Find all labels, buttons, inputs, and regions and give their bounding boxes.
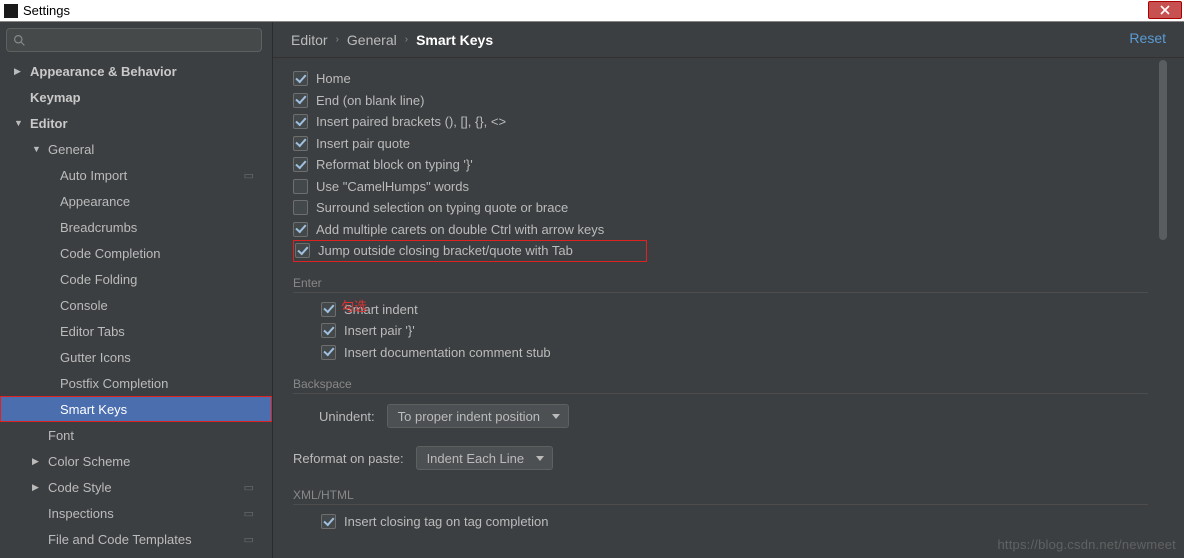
checkbox-doc-stub[interactable]: Insert documentation comment stub (321, 342, 1170, 364)
checkbox-insert-closing-tag[interactable]: Insert closing tag on tag completion (321, 511, 1170, 533)
checkbox-icon[interactable] (293, 114, 308, 129)
chevron-right-icon: › (336, 34, 339, 45)
reset-link[interactable]: Reset (1129, 30, 1166, 46)
close-button[interactable] (1148, 1, 1182, 19)
checkbox-icon[interactable] (321, 323, 336, 338)
sidebar-item-general[interactable]: ▼General (0, 136, 272, 162)
sidebar-item-file-code-templates[interactable]: File and Code Templates▭ (0, 526, 272, 552)
chevron-right-icon: ▶ (32, 456, 42, 467)
reformat-paste-label: Reformat on paste: (293, 451, 404, 466)
main-panel: Editor › General › Smart Keys Reset Home… (273, 22, 1184, 558)
project-badge-icon: ▭ (244, 169, 254, 182)
close-icon (1159, 5, 1171, 15)
sidebar-item-code-folding[interactable]: Code Folding (0, 266, 272, 292)
breadcrumb-seg[interactable]: Editor (291, 32, 328, 48)
checkbox-smart-indent[interactable]: Smart indent (321, 299, 1170, 321)
sidebar-item-font[interactable]: Font (0, 422, 272, 448)
sidebar-item-postfix-completion[interactable]: Postfix Completion (0, 370, 272, 396)
search-icon (13, 34, 26, 47)
content-area: Home End (on blank line) Insert paired b… (273, 58, 1170, 558)
sidebar-item-appearance-sub[interactable]: Appearance (0, 188, 272, 214)
checkbox-pair-quote[interactable]: Insert pair quote (293, 133, 1170, 155)
title-bar: Settings (0, 0, 1184, 22)
sidebar-item-inspections[interactable]: Inspections▭ (0, 500, 272, 526)
checkbox-icon[interactable] (293, 200, 308, 215)
checkbox-jump-outside[interactable]: Jump outside closing bracket/quote with … (293, 240, 647, 262)
checkbox-icon[interactable] (293, 179, 308, 194)
sidebar-item-breadcrumbs[interactable]: Breadcrumbs (0, 214, 272, 240)
annotation-text: 勾选 (341, 296, 367, 315)
sidebar-item-keymap[interactable]: Keymap (0, 84, 272, 110)
checkbox-reformat-block[interactable]: Reformat block on typing '}' (293, 154, 1170, 176)
project-badge-icon: ▭ (244, 533, 254, 546)
checkbox-surround[interactable]: Surround selection on typing quote or br… (293, 197, 1170, 219)
checkbox-icon[interactable] (293, 157, 308, 172)
chevron-down-icon: ▼ (32, 144, 42, 154)
app-icon (4, 4, 18, 18)
checkbox-icon[interactable] (321, 514, 336, 529)
chevron-right-icon: ▶ (14, 66, 24, 77)
unindent-select[interactable]: To proper indent position (387, 404, 569, 428)
search-field[interactable] (30, 33, 255, 48)
sidebar-item-auto-import[interactable]: Auto Import▭ (0, 162, 272, 188)
search-input[interactable] (6, 28, 262, 52)
project-badge-icon: ▭ (244, 481, 254, 494)
sidebar-item-editor-tabs[interactable]: Editor Tabs (0, 318, 272, 344)
chevron-right-icon: › (405, 34, 408, 45)
checkbox-camelhumps[interactable]: Use "CamelHumps" words (293, 176, 1170, 198)
checkbox-icon[interactable] (293, 136, 308, 151)
sidebar-item-code-completion[interactable]: Code Completion (0, 240, 272, 266)
sidebar-item-code-style[interactable]: ▶Code Style▭ (0, 474, 272, 500)
settings-tree: ▶Appearance & Behavior Keymap ▼Editor ▼G… (0, 58, 272, 558)
checkbox-multi-carets[interactable]: Add multiple carets on double Ctrl with … (293, 219, 1170, 241)
sidebar-item-color-scheme[interactable]: ▶Color Scheme (0, 448, 272, 474)
window-title: Settings (23, 3, 70, 18)
group-backspace: Backspace (293, 377, 1148, 394)
breadcrumb-current: Smart Keys (416, 32, 493, 48)
sidebar: ▶Appearance & Behavior Keymap ▼Editor ▼G… (0, 22, 273, 558)
chevron-down-icon: ▼ (14, 118, 24, 128)
unindent-label: Unindent: (319, 409, 375, 424)
group-xml-html: XML/HTML (293, 488, 1148, 505)
scrollbar-thumb[interactable] (1159, 60, 1167, 240)
watermark: https://blog.csdn.net/newmeet (997, 537, 1176, 552)
breadcrumb: Editor › General › Smart Keys (273, 22, 1184, 58)
checkbox-icon[interactable] (321, 302, 336, 317)
checkbox-insert-pair-brace[interactable]: Insert pair '}' (321, 320, 1170, 342)
sidebar-item-gutter-icons[interactable]: Gutter Icons (0, 344, 272, 370)
group-enter: Enter (293, 276, 1148, 293)
checkbox-icon[interactable] (293, 222, 308, 237)
checkbox-icon[interactable] (321, 345, 336, 360)
sidebar-item-appearance-behavior[interactable]: ▶Appearance & Behavior (0, 58, 272, 84)
reformat-paste-select[interactable]: Indent Each Line (416, 446, 554, 470)
checkbox-icon[interactable] (293, 93, 308, 108)
checkbox-paired-brackets[interactable]: Insert paired brackets (), [], {}, <> (293, 111, 1170, 133)
checkbox-icon[interactable] (295, 243, 310, 258)
chevron-right-icon: ▶ (32, 482, 42, 493)
checkbox-end[interactable]: End (on blank line) (293, 90, 1170, 112)
sidebar-item-console[interactable]: Console (0, 292, 272, 318)
checkbox-icon[interactable] (293, 71, 308, 86)
breadcrumb-seg[interactable]: General (347, 32, 397, 48)
sidebar-item-smart-keys[interactable]: Smart Keys (0, 396, 272, 422)
project-badge-icon: ▭ (244, 507, 254, 520)
checkbox-home[interactable]: Home (293, 68, 1170, 90)
sidebar-item-editor[interactable]: ▼Editor (0, 110, 272, 136)
scrollbar[interactable] (1158, 60, 1168, 556)
